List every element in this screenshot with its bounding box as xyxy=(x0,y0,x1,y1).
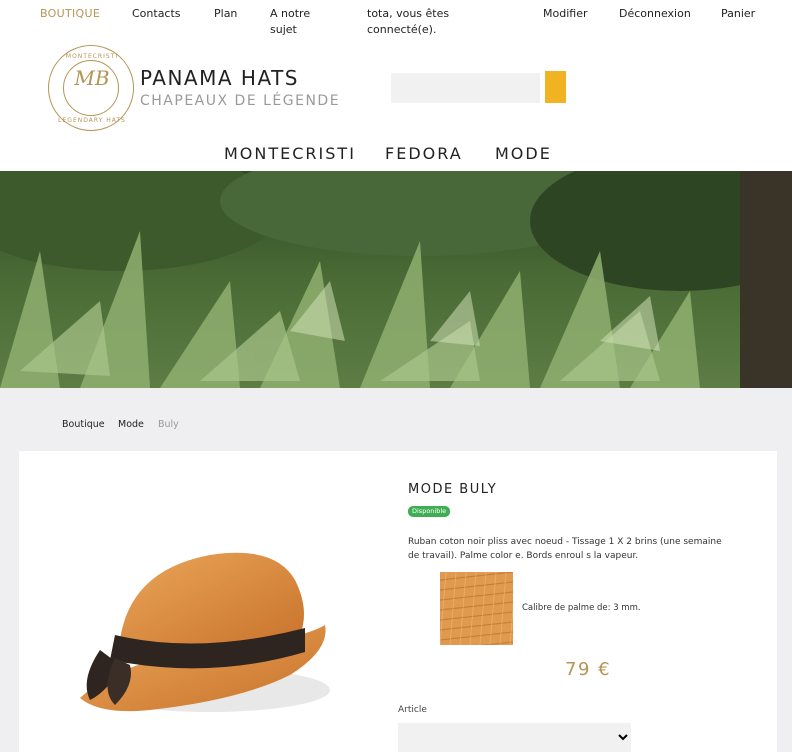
nav-about-line1: A notre xyxy=(270,7,311,20)
breadcrumb-current: Buly xyxy=(158,419,179,430)
nav-montecristi[interactable]: MONTECRISTI xyxy=(224,144,356,163)
nav-about-link[interactable]: A notre sujet xyxy=(270,6,310,38)
availability-badge: Disponible xyxy=(408,506,451,517)
nav-fedora[interactable]: FEDORA xyxy=(385,144,463,163)
search-input[interactable] xyxy=(391,73,540,103)
search-button[interactable] xyxy=(545,71,566,103)
nav-plan-link[interactable]: Plan xyxy=(214,6,237,22)
jungle-illustration xyxy=(0,171,792,388)
nav-modifier-link[interactable]: Modifier xyxy=(543,6,587,22)
breadcrumb-mode[interactable]: Mode xyxy=(118,419,144,430)
brand-logo[interactable]: MONTECRISTI MB LEGENDARY HATS xyxy=(48,45,134,131)
brand-title: PANAMA HATS xyxy=(140,66,299,90)
calibre-text: Calibre de palme de: 3 mm. xyxy=(522,603,641,613)
description-line2: de travail). Palme color e. Bords enroul… xyxy=(408,551,639,561)
logo-text-top: MONTECRISTI xyxy=(65,53,119,60)
article-label: Article xyxy=(398,705,427,715)
nav-boutique-link[interactable]: BOUTIQUE xyxy=(40,6,100,22)
product-image-hat xyxy=(80,552,330,712)
breadcrumb-boutique[interactable]: Boutique xyxy=(62,419,105,430)
logo-text-bottom: LEGENDARY HATS xyxy=(58,117,126,124)
hero-banner-jungle-image xyxy=(0,171,792,388)
nav-contacts-link[interactable]: Contacts xyxy=(132,6,181,22)
brand-subtitle: CHAPEAUX DE LÉGENDE xyxy=(140,93,341,109)
main-nav: MONTECRISTI FEDORA MODE xyxy=(0,144,792,166)
product-price: 79 € xyxy=(565,659,612,680)
nav-cart-link[interactable]: Panier xyxy=(721,6,755,22)
greeting-line2: connecté(e). xyxy=(367,23,437,36)
straw-weave-swatch-image xyxy=(440,572,513,645)
product-title: MODE BULY xyxy=(408,482,498,497)
nav-mode[interactable]: MODE xyxy=(495,144,552,163)
description-line1: Ruban coton noir pliss avec noeud - Tiss… xyxy=(408,537,722,547)
article-select[interactable] xyxy=(398,723,631,752)
top-nav: BOUTIQUE Contacts Plan A notre sujet tot… xyxy=(0,0,792,40)
logo-monogram: MB xyxy=(74,66,110,90)
product-description: Ruban coton noir pliss avec noeud - Tiss… xyxy=(408,535,758,563)
greeting-line1: tota, vous êtes xyxy=(367,7,450,20)
user-greeting: tota, vous êtes connecté(e). xyxy=(367,6,449,38)
nav-about-line2: sujet xyxy=(270,23,297,36)
nav-deconnexion-link[interactable]: Déconnexion xyxy=(619,6,691,22)
